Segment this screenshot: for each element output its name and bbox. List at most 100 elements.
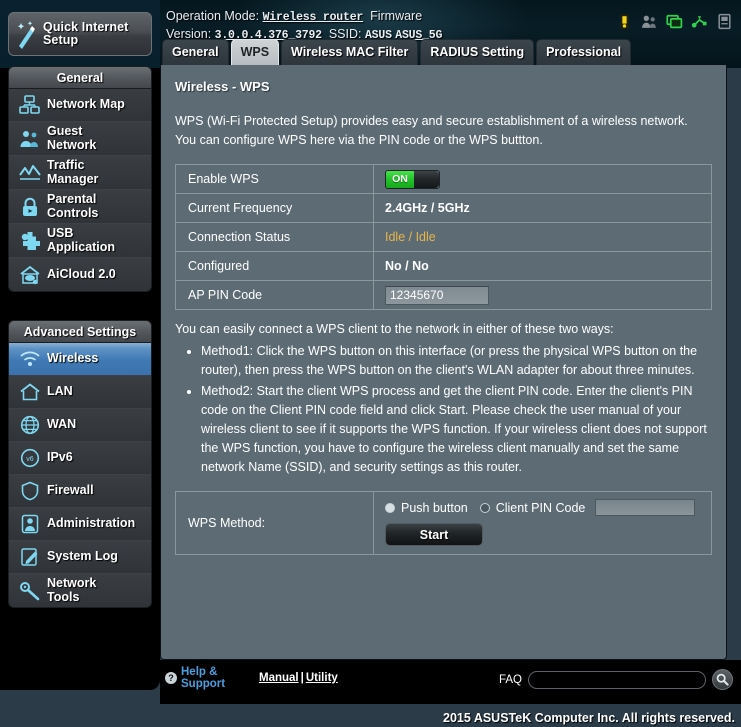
help-line2: Support (181, 678, 226, 690)
ipv6-icon: v6 (15, 445, 45, 471)
wps-method-controls: Push button Client PIN Code Start (373, 491, 712, 555)
ap-pin-code-label: AP PIN Code (175, 280, 374, 310)
tab-general[interactable]: General (162, 39, 229, 65)
quick-internet-setup-button[interactable]: Quick Internet Setup (8, 12, 152, 56)
sidebar-item-network-map[interactable]: Network Map (9, 89, 151, 122)
help-line1: Help & (181, 666, 218, 678)
enable-wps-toggle[interactable]: ON (385, 169, 440, 189)
sidebar: Quick Internet Setup General Network Map (0, 0, 160, 690)
start-button[interactable]: Start (385, 523, 483, 546)
sidebar-item-lan-label: LAN (47, 384, 73, 399)
howto-text: You can easily connect a WPS client to t… (175, 322, 614, 336)
client-pin-code-radio-label[interactable]: Client PIN Code (496, 501, 586, 515)
sidebar-item-aicloud[interactable]: AiCloud 2.0 (9, 258, 151, 291)
firmware-label: Firmware (370, 9, 423, 23)
footer-links: Manual | Utility (259, 672, 338, 684)
sidebar-item-network-tools[interactable]: Network Tools (9, 574, 151, 607)
list-item: Method1: Click the WPS button on this in… (201, 342, 712, 380)
tab-wireless-mac-filter[interactable]: Wireless MAC Filter (281, 39, 419, 65)
wps-methods-list: Method1: Click the WPS button on this in… (201, 342, 712, 477)
sidebar-item-system-log-label: System Log (47, 549, 118, 564)
table-row-configured: Configured No / No (175, 251, 712, 281)
faq-search-input[interactable] (528, 670, 706, 689)
network-tools-icon (15, 578, 45, 604)
sidebar-item-usb-application-label: USB Application (47, 226, 116, 254)
sidebar-item-aicloud-label: AiCloud 2.0 (47, 266, 116, 281)
sidebar-item-firewall[interactable]: Firewall (9, 475, 151, 508)
usb-icon[interactable] (691, 13, 708, 30)
sidebar-item-traffic-manager-label: Traffic Manager (47, 158, 99, 186)
lan-icon (15, 379, 45, 405)
sidebar-item-wan-label: WAN (47, 417, 77, 432)
sidebar-item-lan[interactable]: LAN (9, 376, 151, 409)
operation-mode-value[interactable]: Wireless router (263, 11, 364, 24)
sidebar-item-guest-network-label: Guest Network (47, 124, 97, 152)
enable-wps-label: Enable WPS (175, 164, 374, 194)
parental-controls-icon (15, 194, 45, 220)
wireless-tab-bar: General WPS Wireless MAC Filter RADIUS S… (162, 39, 632, 65)
alert-icon[interactable] (616, 13, 633, 30)
connection-status-value: Idle / Idle (373, 222, 712, 252)
search-icon (716, 673, 729, 686)
administration-icon (15, 511, 45, 537)
tab-professional[interactable]: Professional (536, 39, 632, 65)
manual-link[interactable]: Manual (259, 672, 299, 684)
faq-search-button[interactable] (712, 669, 733, 690)
table-row-wps-method: WPS Method: Push button Client PIN Code … (175, 491, 712, 555)
qis-line2: Setup (43, 33, 79, 47)
wps-method-table: WPS Method: Push button Client PIN Code … (175, 491, 712, 555)
sidebar-item-parental-controls[interactable]: Parental Controls (9, 190, 151, 224)
main-content-panel: Wireless - WPS WPS (Wi-Fi Protected Setu… (160, 64, 727, 660)
current-frequency-label: Current Frequency (175, 193, 374, 223)
ap-pin-code-input[interactable] (385, 285, 489, 305)
utility-link[interactable]: Utility (306, 672, 338, 684)
usb-application-icon (15, 228, 45, 254)
status-icon-tray (616, 13, 733, 30)
current-frequency-value: 2.4GHz / 5GHz (373, 193, 712, 223)
push-button-radio-label[interactable]: Push button (401, 501, 468, 515)
sidebar-item-usb-application[interactable]: USB Application (9, 224, 151, 258)
tab-radius-setting[interactable]: RADIUS Setting (420, 39, 535, 65)
client-pin-code-radio[interactable] (479, 502, 490, 513)
push-button-radio[interactable] (385, 502, 395, 513)
help-and-support-link[interactable]: ? Help & Support (165, 666, 225, 690)
sidebar-item-wan[interactable]: WAN (9, 409, 151, 442)
svg-text:v6: v6 (26, 456, 34, 463)
sidebar-item-administration[interactable]: Administration (9, 508, 151, 541)
printer-icon[interactable] (716, 13, 733, 30)
sidebar-group-general: General Network Map Guest Network Traffi… (8, 66, 152, 292)
sidebar-item-guest-network[interactable]: Guest Network (9, 122, 151, 156)
enable-wps-toggle-on-label: ON (386, 170, 414, 188)
sidebar-item-system-log[interactable]: System Log (9, 541, 151, 574)
guest-users-icon[interactable] (641, 13, 658, 30)
configured-label: Configured (175, 251, 374, 281)
table-row-connection-status: Connection Status Idle / Idle (175, 222, 712, 252)
traffic-manager-icon (15, 160, 45, 186)
sidebar-item-administration-label: Administration (47, 516, 136, 531)
sidebar-item-firewall-label: Firewall (47, 483, 94, 498)
sidebar-item-network-tools-label: Network Tools (47, 576, 97, 604)
sidebar-item-traffic-manager[interactable]: Traffic Manager (9, 156, 151, 190)
faq-label: FAQ (498, 673, 522, 686)
enable-wps-toggle-knob (414, 170, 439, 188)
question-mark-icon: ? (165, 672, 177, 684)
network-monitor-icon[interactable] (666, 13, 683, 30)
sidebar-item-network-map-label: Network Map (47, 97, 125, 112)
aicloud-icon (15, 262, 45, 288)
sidebar-item-wireless[interactable]: Wireless (9, 343, 151, 376)
copyright-text: 2015 ASUSTeK Computer Inc. All rights re… (443, 711, 735, 725)
link-separator: | (300, 672, 304, 684)
sidebar-group-general-title: General (9, 67, 151, 89)
wan-icon (15, 412, 45, 438)
sidebar-item-ipv6-label: IPv6 (47, 450, 73, 465)
sidebar-item-ipv6[interactable]: v6 IPv6 (9, 442, 151, 475)
system-log-icon (15, 544, 45, 570)
wps-intro-text: WPS (Wi-Fi Protected Setup) provides eas… (175, 114, 688, 147)
client-pin-code-input[interactable] (595, 499, 696, 516)
sidebar-group-advanced-title: Advanced Settings (9, 321, 151, 343)
ap-pin-code-cell (373, 280, 712, 310)
wps-method-radio-row: Push button Client PIN Code (385, 499, 711, 516)
tab-wps[interactable]: WPS (230, 39, 280, 65)
table-row-current-frequency: Current Frequency 2.4GHz / 5GHz (175, 193, 712, 223)
footer-bar: ? Help & Support Manual | Utility FAQ (160, 660, 741, 704)
